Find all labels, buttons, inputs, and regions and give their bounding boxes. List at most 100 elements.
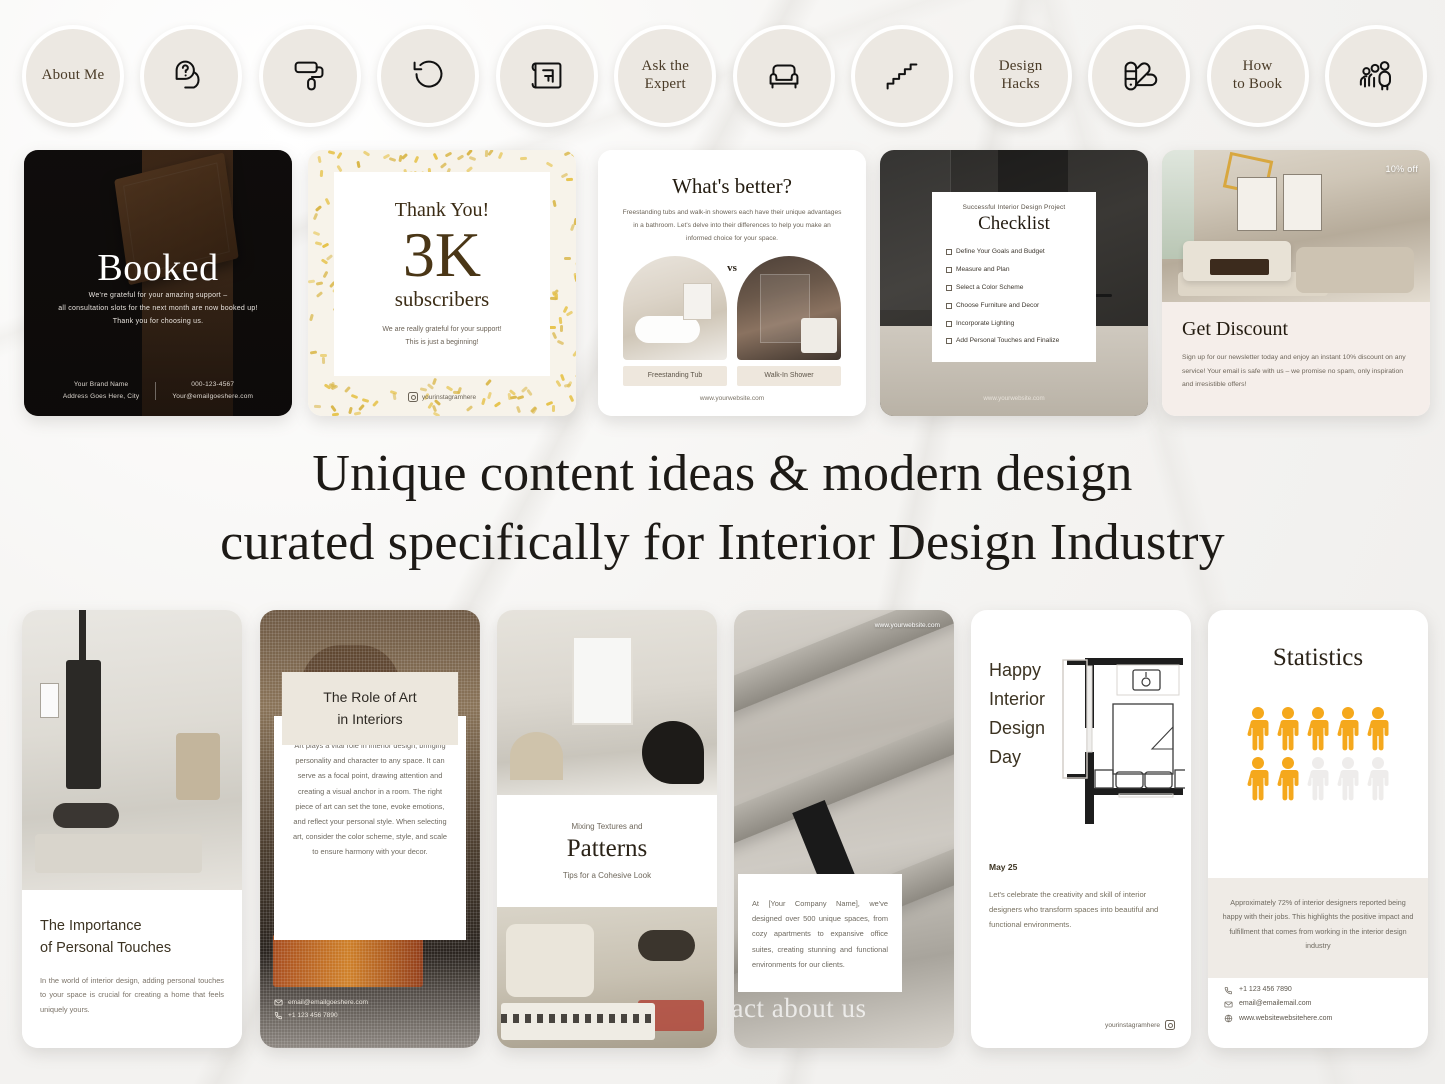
footer-divider [155, 381, 157, 400]
story-card-statistics[interactable]: Statistics Approximately 72% of interior… [1208, 610, 1428, 1048]
fact-text-card: At [Your Company Name], we've designed o… [738, 874, 902, 992]
story-text: In the world of interior design, adding … [40, 975, 224, 1015]
brand-name: Your Brand Name [73, 381, 129, 389]
checkbox-icon[interactable] [946, 338, 952, 345]
person-icon-empty [1337, 757, 1359, 801]
highlight-paint-roller[interactable] [258, 24, 361, 127]
highlight-floor-plan[interactable] [495, 24, 598, 127]
story-card-design-day[interactable]: Happy Interior Design Day May 25 Let's c… [971, 610, 1191, 1048]
contact-website: www.websitewebsitehere.com [1239, 1014, 1333, 1022]
headline-line-1: Unique content ideas & modern design [312, 445, 1133, 502]
design-day-title: Happy Interior Design Day [989, 660, 1046, 768]
people-group-icon [1353, 53, 1399, 99]
brand-address: Address Goes Here, City [62, 392, 140, 400]
discount-text: Sign up for our newsletter today and enj… [1182, 354, 1406, 389]
freestanding-tub-photo [623, 255, 727, 360]
highlight-furniture[interactable] [732, 24, 835, 127]
highlight-label: Design Hacks [998, 57, 1043, 92]
statistics-contact: +1 123 456 7890 email@emailemail.com www… [1224, 983, 1332, 1026]
phone-icon [1224, 986, 1232, 994]
highlight-label: Ask the Expert [641, 57, 690, 92]
story-email: email@emailgoeshere.com [288, 998, 368, 1006]
sofa-right [1296, 247, 1414, 293]
highlight-about-me[interactable]: About Me [22, 24, 124, 127]
rug [35, 834, 203, 874]
person-icon-filled [1277, 707, 1299, 751]
checklist-item[interactable]: Incorporate Lighting [946, 319, 1082, 329]
story-cards-row: The Importance of Personal Touches In th… [0, 610, 1445, 1050]
story-card-role-of-art[interactable]: Art plays a vital role in interior desig… [260, 610, 480, 1048]
person-icon-empty [1367, 757, 1389, 801]
checkbox-icon[interactable] [946, 320, 952, 327]
concrete-beam [734, 698, 954, 854]
comparison-option-left[interactable]: Freestanding Tub [623, 255, 727, 386]
fact-watermark: Fact about us [734, 993, 867, 1023]
dark-chair [642, 721, 704, 784]
floor-plan-icon [524, 53, 570, 99]
discount-title: Get Discount [1182, 318, 1289, 340]
patterns-kicker: Mixing Textures and [571, 822, 643, 831]
post-card-booked[interactable]: Booked We're grateful for your amazing s… [24, 150, 292, 416]
story-title-line-1: The Role of Art [323, 689, 417, 705]
checklist-item[interactable]: Select a Color Scheme [946, 283, 1082, 293]
instagram-handle-row: yourinstagramhere [308, 392, 576, 402]
booked-body: We're grateful for your amazing support … [58, 292, 258, 325]
highlight-stairs[interactable] [851, 24, 954, 127]
checkbox-icon[interactable] [946, 284, 952, 291]
checklist-item[interactable]: Add Personal Touches and Finalize [946, 336, 1082, 346]
kitchen-hood [997, 150, 1068, 198]
instagram-template-showcase: About Me Ask the Expert Design Hacks How… [0, 0, 1445, 1084]
instagram-handle: yourinstagramhere [1105, 1021, 1160, 1029]
story-title-line-2: in Interiors [337, 711, 403, 728]
checkbox-icon[interactable] [946, 266, 952, 273]
interior-photo-top [497, 610, 717, 795]
checkbox-icon[interactable] [946, 249, 952, 255]
pictogram-row [1246, 706, 1390, 752]
story-contact: email@emailgoeshere.com +1 123 456 7890 [274, 996, 368, 1022]
checklist-card: Successful Interior Design Project Check… [932, 192, 1096, 362]
highlight-design-hacks[interactable]: Design Hacks [969, 24, 1072, 127]
highlight-before-after[interactable] [377, 24, 480, 127]
sofa [505, 923, 594, 998]
living-room-photo: 10% off [1162, 150, 1430, 302]
color-swatch-icon [1116, 53, 1162, 99]
comparison-pair: Freestanding Tub vs Walk-In Shower [616, 255, 848, 386]
checklist-title: Checklist [978, 213, 1050, 234]
post-card-get-discount[interactable]: 10% off Get Discount Sign up for our new… [1162, 150, 1430, 416]
story-card-personal-touches[interactable]: The Importance of Personal Touches In th… [22, 610, 242, 1048]
thank-you-note: We are really grateful for your support!… [382, 326, 502, 346]
story-card-patterns[interactable]: Mixing Textures and Patterns Tips for a … [497, 610, 717, 1048]
post-card-checklist[interactable]: Successful Interior Design Project Check… [880, 150, 1148, 416]
living-room-photo [22, 610, 242, 890]
checklist-item[interactable]: Define Your Goals and Budget [946, 247, 1082, 257]
whats-better-title: What's better? [672, 174, 792, 198]
fact-text: At [Your Company Name], we've designed o… [752, 899, 888, 969]
story-title: The Importance of Personal Touches [40, 916, 224, 960]
contact-email: email@emailemail.com [1239, 1000, 1312, 1008]
globe-icon [1224, 1015, 1233, 1023]
checklist-item[interactable]: Measure and Plan [946, 265, 1082, 275]
highlight-team[interactable] [1324, 24, 1427, 127]
checklist-kicker: Successful Interior Design Project [962, 204, 1066, 211]
highlight-faq[interactable] [140, 24, 243, 127]
story-card-fact-about-us[interactable]: www.yourwebsite.com Fact about us At [Yo… [734, 610, 954, 1048]
thank-you-inner: Thank You! 3K subscribers We are really … [334, 172, 550, 376]
stairs-icon [879, 53, 925, 99]
highlight-color-swatch[interactable] [1088, 24, 1191, 127]
highlight-ask-the-expert[interactable]: Ask the Expert [614, 24, 717, 127]
comparison-option-right[interactable]: Walk-In Shower [737, 255, 841, 386]
checklist-item[interactable]: Choose Furniture and Decor [946, 301, 1082, 311]
story-text-card: Art plays a vital role in interior desig… [274, 716, 466, 940]
whats-better-intro: Freestanding tubs and walk-in showers ea… [622, 209, 842, 242]
post-card-thank-you[interactable]: Thank You! 3K subscribers We are really … [308, 150, 576, 416]
checklist-item-label: Choose Furniture and Decor [956, 301, 1040, 309]
checkbox-icon[interactable] [946, 302, 952, 309]
post-card-whats-better[interactable]: What's better? Freestanding tubs and wal… [598, 150, 866, 416]
person-icon-filled [1307, 707, 1329, 751]
person-icon-filled [1367, 707, 1389, 751]
highlight-how-to-book[interactable]: How to Book [1206, 24, 1309, 127]
statistics-pictogram [1208, 706, 1428, 814]
discount-card: 10% off Get Discount Sign up for our new… [1162, 150, 1430, 416]
patterns-title: Patterns [566, 835, 648, 862]
highlight-label: About Me [41, 66, 105, 83]
